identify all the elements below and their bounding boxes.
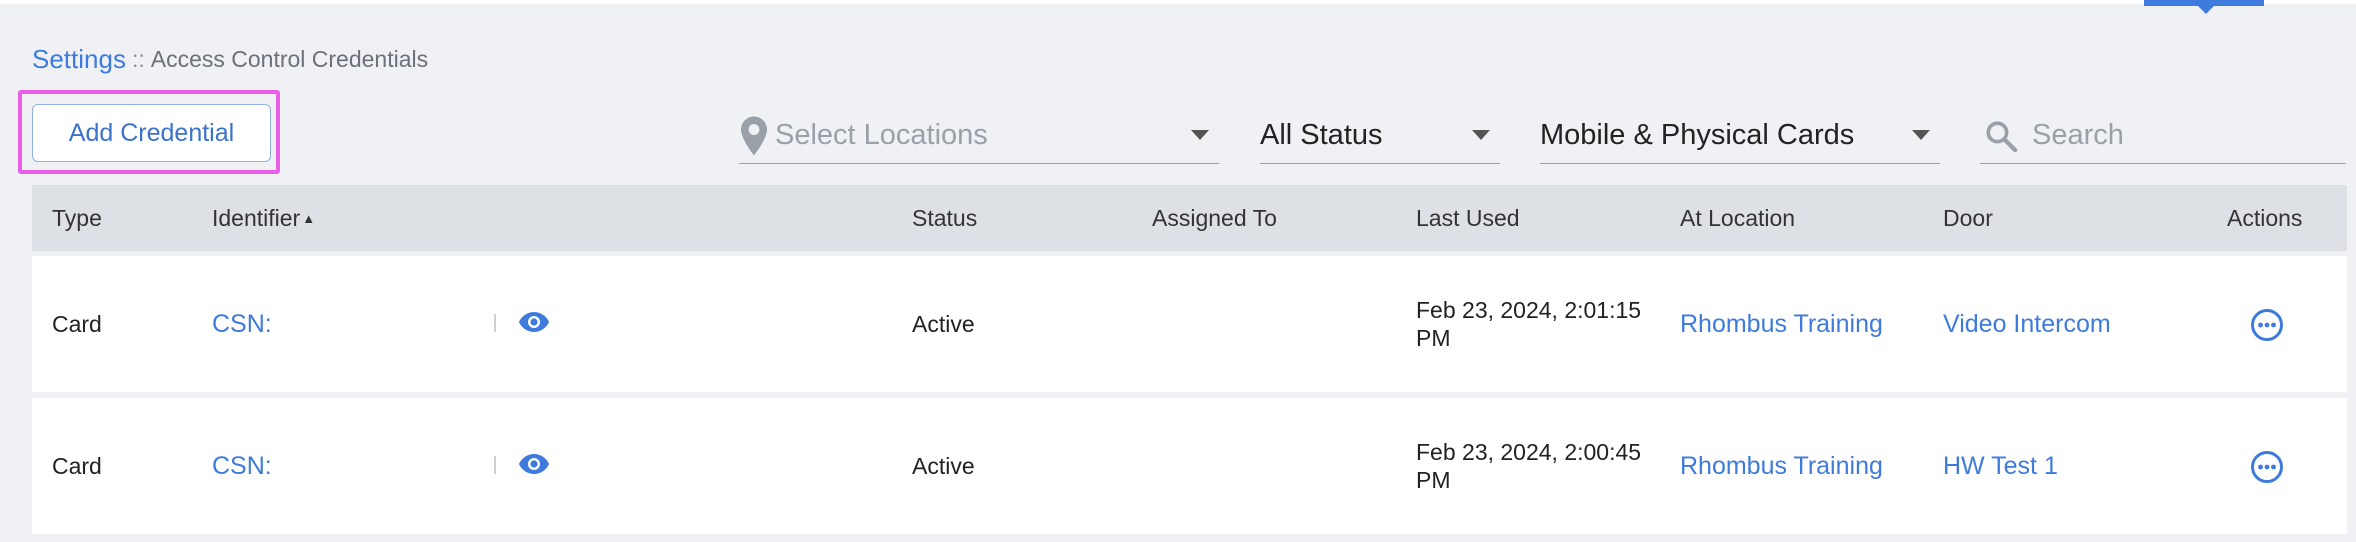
identifier-divider xyxy=(494,456,496,474)
card-type-value: Mobile & Physical Cards xyxy=(1540,119,1855,151)
search-icon xyxy=(1984,119,2018,153)
table-row[interactable]: Card CSN: Active Feb 23, 2024, 2:00:45 P… xyxy=(32,398,2347,534)
last-used-date: Feb 23, 2024, 2:01:15 xyxy=(1416,297,1642,323)
breadcrumb-settings-link[interactable]: Settings xyxy=(32,44,126,75)
sort-ascending-icon: ▲ xyxy=(302,210,316,226)
cell-identifier[interactable]: CSN: xyxy=(212,398,272,534)
eye-icon[interactable] xyxy=(518,309,550,341)
cell-last-used: Feb 23, 2024, 2:01:15 PM xyxy=(1416,256,1641,392)
identifier-divider xyxy=(494,314,496,332)
map-pin-icon xyxy=(741,116,767,156)
cell-identifier[interactable]: CSN: xyxy=(212,256,272,392)
column-at-location[interactable]: At Location xyxy=(1680,185,1795,251)
column-identifier[interactable]: Identifier ▲ xyxy=(212,185,315,251)
cell-at-location[interactable]: Rhombus Training xyxy=(1680,256,1883,392)
cell-status: Active xyxy=(912,310,975,337)
column-door[interactable]: Door xyxy=(1943,185,1993,251)
eye-icon[interactable] xyxy=(518,451,550,483)
cell-door[interactable]: HW Test 1 xyxy=(1943,398,2058,534)
cell-type: Card xyxy=(52,452,102,479)
cell-door[interactable]: Video Intercom xyxy=(1943,256,2111,392)
cell-type: Card xyxy=(52,310,102,337)
chevron-down-icon xyxy=(1472,130,1490,140)
breadcrumb-current: Access Control Credentials xyxy=(150,46,429,72)
add-credential-button[interactable]: Add Credential xyxy=(32,104,271,162)
table-row[interactable]: Card CSN: Active Feb 23, 2024, 2:01:15 P… xyxy=(32,256,2347,392)
last-used-date: Feb 23, 2024, 2:00:45 xyxy=(1416,439,1642,465)
last-used-meridiem: PM xyxy=(1416,325,1451,351)
cell-last-used: Feb 23, 2024, 2:00:45 PM xyxy=(1416,398,1641,534)
column-status[interactable]: Status xyxy=(912,185,977,251)
column-identifier-label: Identifier xyxy=(212,204,301,231)
more-horizontal-circle-icon[interactable] xyxy=(2250,450,2284,490)
table-header: Type Identifier ▲ Status Assigned To Las… xyxy=(32,185,2347,251)
card-type-select[interactable]: Mobile & Physical Cards xyxy=(1540,108,1940,164)
locations-placeholder: Select Locations xyxy=(775,119,988,151)
breadcrumb-separator: :: xyxy=(131,46,145,72)
status-select[interactable]: All Status xyxy=(1260,108,1500,164)
more-horizontal-circle-icon[interactable] xyxy=(2250,308,2284,348)
chevron-down-icon xyxy=(1912,130,1930,140)
search-placeholder: Search xyxy=(2032,119,2124,151)
active-tab-caret xyxy=(2196,4,2216,14)
column-assigned-to[interactable]: Assigned To xyxy=(1152,185,1277,251)
search-input[interactable]: Search xyxy=(1980,108,2346,164)
column-type[interactable]: Type xyxy=(52,185,102,251)
column-actions: Actions xyxy=(2227,204,2303,231)
top-edge xyxy=(0,0,2356,4)
column-last-used[interactable]: Last Used xyxy=(1416,185,1520,251)
status-value: All Status xyxy=(1260,119,1383,151)
locations-select[interactable]: Select Locations xyxy=(739,108,1219,164)
breadcrumb: Settings :: Access Control Credentials xyxy=(32,44,428,75)
last-used-meridiem: PM xyxy=(1416,467,1451,493)
cell-at-location[interactable]: Rhombus Training xyxy=(1680,398,1883,534)
cell-status: Active xyxy=(912,452,975,479)
chevron-down-icon xyxy=(1191,130,1209,140)
